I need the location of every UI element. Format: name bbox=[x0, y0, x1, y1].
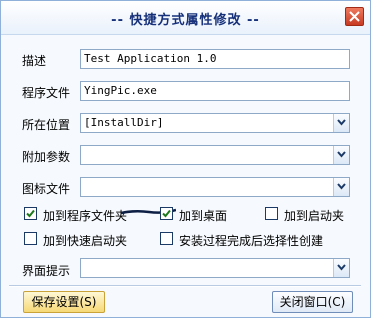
add-to-programs-label: 加到程序文件夹 bbox=[43, 209, 128, 223]
icon-file-select[interactable] bbox=[80, 177, 350, 197]
extra-params-label: 附加参数 bbox=[22, 150, 71, 164]
location-value: [InstallDir] bbox=[84, 116, 164, 129]
close-icon bbox=[349, 11, 360, 22]
optional-create-label: 安装过程完成后选择性创建 bbox=[179, 234, 324, 248]
add-to-quicklaunch-label: 加到快速启动夹 bbox=[43, 234, 128, 248]
save-button[interactable]: 保存设置(S) bbox=[23, 291, 105, 313]
add-to-programs-checkbox[interactable] bbox=[24, 207, 37, 220]
chevron-down-icon bbox=[337, 183, 346, 190]
chevron-down-icon bbox=[337, 151, 346, 158]
shortcut-properties-dialog: -- 快捷方式属性修改 -- 描述 Test Application 1.0 程… bbox=[0, 0, 371, 318]
program-file-input[interactable]: YingPic.exe bbox=[80, 81, 350, 101]
close-window-button[interactable]: 关闭窗口(C) bbox=[272, 291, 353, 313]
description-value: Test Application 1.0 bbox=[84, 52, 217, 65]
window-title: -- 快捷方式属性修改 -- bbox=[111, 13, 260, 28]
checkmark-icon bbox=[26, 209, 35, 218]
extra-params-dropdown-button[interactable] bbox=[333, 146, 349, 164]
description-label: 描述 bbox=[22, 54, 47, 68]
add-to-startup-checkbox[interactable] bbox=[265, 207, 278, 220]
program-file-value: YingPic.exe bbox=[84, 84, 157, 97]
add-to-desktop-checkbox[interactable] bbox=[160, 207, 173, 220]
add-to-quicklaunch-checkbox[interactable] bbox=[24, 232, 37, 245]
footer-separator bbox=[9, 285, 361, 287]
description-input[interactable]: Test Application 1.0 bbox=[80, 49, 350, 69]
program-file-label: 程序文件 bbox=[22, 86, 71, 100]
extra-params-select[interactable] bbox=[80, 145, 350, 165]
icon-file-dropdown-button[interactable] bbox=[333, 178, 349, 196]
location-select[interactable]: [InstallDir] bbox=[80, 113, 350, 133]
icon-file-label: 图标文件 bbox=[22, 182, 71, 196]
add-to-desktop-label: 加到桌面 bbox=[179, 209, 228, 223]
chevron-down-icon bbox=[337, 264, 346, 271]
ui-hint-label: 界面提示 bbox=[22, 264, 71, 278]
ui-hint-select[interactable] bbox=[80, 258, 350, 278]
ui-hint-dropdown-button[interactable] bbox=[333, 259, 349, 277]
title-bar[interactable]: -- 快捷方式属性修改 -- bbox=[1, 1, 370, 35]
location-dropdown-button[interactable] bbox=[333, 114, 349, 132]
location-label: 所在位置 bbox=[22, 118, 71, 132]
add-to-startup-label: 加到启动夹 bbox=[284, 209, 345, 223]
optional-create-checkbox[interactable] bbox=[160, 232, 173, 245]
checkmark-icon bbox=[162, 209, 171, 218]
close-button[interactable] bbox=[345, 7, 364, 26]
chevron-down-icon bbox=[337, 119, 346, 126]
